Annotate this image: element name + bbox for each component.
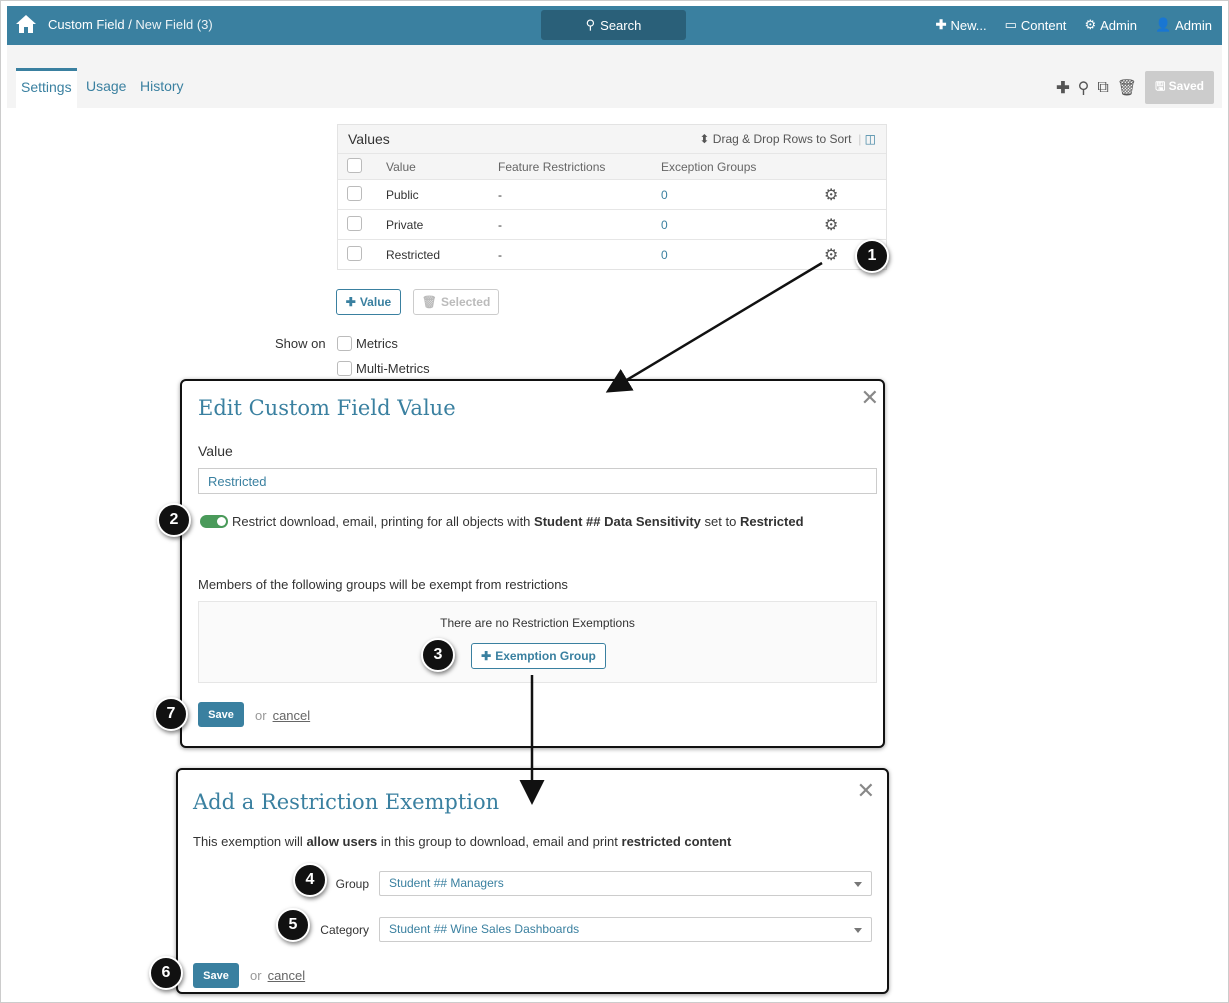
callout-5: 5 bbox=[276, 908, 310, 942]
annotation-arrows bbox=[519, 261, 823, 805]
callout-7: 7 bbox=[154, 697, 188, 731]
callout-1: 1 bbox=[855, 239, 889, 273]
callout-6: 6 bbox=[149, 956, 183, 990]
callout-3: 3 bbox=[421, 638, 455, 672]
callout-2: 2 bbox=[157, 503, 191, 537]
callout-4: 4 bbox=[293, 863, 327, 897]
arrow-1 bbox=[605, 261, 823, 393]
